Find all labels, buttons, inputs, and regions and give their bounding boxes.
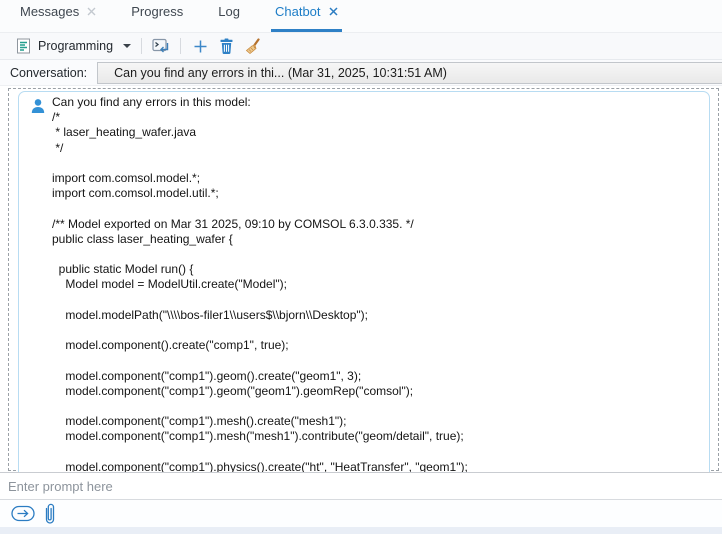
send-button[interactable] [11, 505, 36, 522]
clear-conversation-button[interactable] [239, 35, 265, 57]
chatbot-toolbar: Programming [0, 33, 722, 60]
tab-bar: Messages Progress Log Chatbot [0, 0, 722, 33]
delete-conversation-button[interactable] [213, 35, 239, 57]
attach-button[interactable] [43, 502, 57, 526]
tab-progress-label: Progress [131, 4, 183, 19]
prompt-row [0, 473, 722, 500]
conversation-select[interactable]: Can you find any errors in thi... (Mar 3… [97, 62, 722, 84]
toolbar-separator [141, 38, 142, 54]
chatbot-window: Messages Progress Log Chatbot [0, 0, 722, 534]
close-icon[interactable] [87, 7, 96, 16]
run-code-button[interactable] [148, 35, 174, 57]
tab-log[interactable]: Log [216, 0, 242, 32]
conversation-label: Conversation: [10, 66, 87, 80]
mode-dropdown[interactable]: Programming [10, 35, 135, 57]
conversation-select-value: Can you find any errors in thi... (Mar 3… [114, 66, 447, 80]
send-icon [11, 505, 36, 522]
add-icon [191, 37, 209, 55]
delete-icon [217, 37, 235, 55]
new-conversation-button[interactable] [187, 35, 213, 57]
run-code-icon [152, 37, 170, 55]
prompt-input[interactable] [0, 473, 722, 499]
prompt-actions [0, 500, 722, 527]
tab-log-label: Log [218, 4, 240, 19]
user-message-text: Can you find any errors in this model: /… [52, 95, 701, 473]
toolbar-separator [180, 38, 181, 54]
conversation-bar: Conversation: Can you find any errors in… [0, 60, 722, 86]
chat-transcript[interactable]: Can you find any errors in this model: /… [0, 86, 722, 473]
footer-strip [0, 527, 722, 534]
chevron-down-icon [123, 44, 131, 48]
programming-icon [14, 37, 32, 55]
tab-messages[interactable]: Messages [18, 0, 98, 32]
close-icon[interactable] [329, 7, 338, 16]
clear-icon [243, 37, 261, 55]
mode-dropdown-label: Programming [38, 39, 113, 53]
tab-chatbot[interactable]: Chatbot [273, 0, 340, 32]
user-avatar-icon [30, 98, 46, 114]
user-message-bubble: Can you find any errors in this model: /… [18, 91, 710, 473]
tab-progress[interactable]: Progress [129, 0, 185, 32]
tab-chatbot-label: Chatbot [275, 4, 321, 19]
attach-icon [43, 502, 57, 526]
tab-messages-label: Messages [20, 4, 79, 19]
